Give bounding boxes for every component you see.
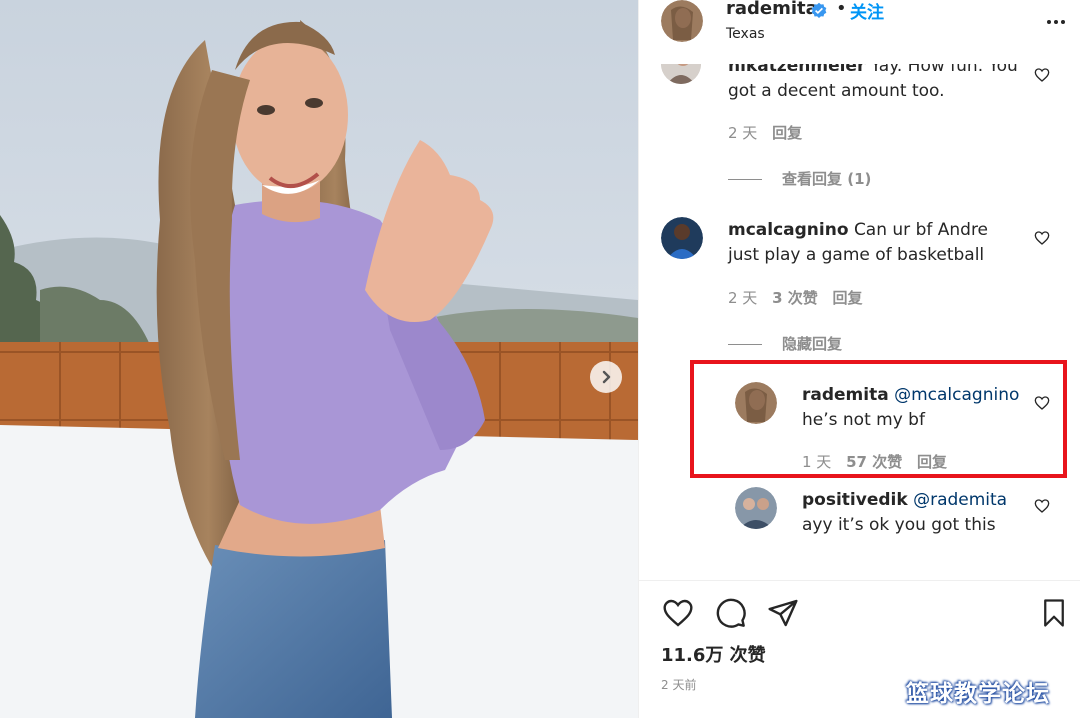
comment-username[interactable]: nikatzenmeier xyxy=(728,64,865,76)
like-count[interactable]: 11.6万 次赞 xyxy=(661,641,766,667)
more-options-icon[interactable] xyxy=(1045,12,1067,32)
thread-line xyxy=(728,179,762,180)
highlight-box xyxy=(690,360,1067,478)
heart-icon[interactable] xyxy=(1034,230,1050,246)
post-image xyxy=(0,0,638,718)
chevron-right-icon xyxy=(602,370,611,384)
author-username[interactable]: rademita xyxy=(726,0,818,19)
avatar[interactable] xyxy=(661,64,701,84)
post-sidebar: nikatzenmeier Yay. How fun. You got a de… xyxy=(638,0,1080,718)
post-photo xyxy=(0,0,638,718)
avatar[interactable] xyxy=(735,487,777,529)
next-photo-button[interactable] xyxy=(590,361,622,393)
share-icon[interactable] xyxy=(767,597,799,629)
comment-time: 2 天 xyxy=(728,289,758,307)
post-header: rademita • 关注 Texas xyxy=(639,0,1080,64)
author-avatar[interactable] xyxy=(661,0,703,42)
comment-meta: 2 天 回复 xyxy=(728,122,812,143)
comment-time: 2 天 xyxy=(728,124,758,142)
heart-icon[interactable] xyxy=(1034,498,1050,514)
comment-username[interactable]: mcalcagnino xyxy=(728,220,849,240)
hide-replies-button[interactable]: 隐藏回复 xyxy=(728,333,842,354)
reply-text: ayy it’s ok you got this xyxy=(802,515,996,535)
post-timestamp: 2 天前 xyxy=(661,678,697,692)
heart-icon[interactable] xyxy=(1034,67,1050,83)
bookmark-icon[interactable] xyxy=(1039,597,1069,629)
avatar[interactable] xyxy=(661,217,703,259)
view-replies-label: 查看回复 (1) xyxy=(782,170,872,188)
comment-icon[interactable] xyxy=(715,597,747,629)
hide-replies-label: 隐藏回复 xyxy=(782,335,843,353)
verified-icon xyxy=(811,2,827,19)
post-location[interactable]: Texas xyxy=(726,26,765,42)
reply-button[interactable]: 回复 xyxy=(772,124,802,142)
reply-username[interactable]: positivedik xyxy=(802,490,908,510)
comment-list[interactable]: nikatzenmeier Yay. How fun. You got a de… xyxy=(639,64,1080,580)
thread-line xyxy=(728,344,762,345)
reply-button[interactable]: 回复 xyxy=(833,289,863,307)
reply-mention[interactable]: @rademita xyxy=(913,490,1007,510)
separator-dot: • xyxy=(836,0,847,19)
comment-meta: 2 天 3 次赞 回复 xyxy=(728,287,873,308)
follow-button[interactable]: 关注 xyxy=(850,0,884,23)
comment-likes[interactable]: 3 次赞 xyxy=(772,289,818,307)
view-replies-button[interactable]: 查看回复 (1) xyxy=(728,168,871,189)
heart-icon[interactable] xyxy=(661,597,695,629)
watermark: 篮球教学论坛 xyxy=(906,681,1050,707)
